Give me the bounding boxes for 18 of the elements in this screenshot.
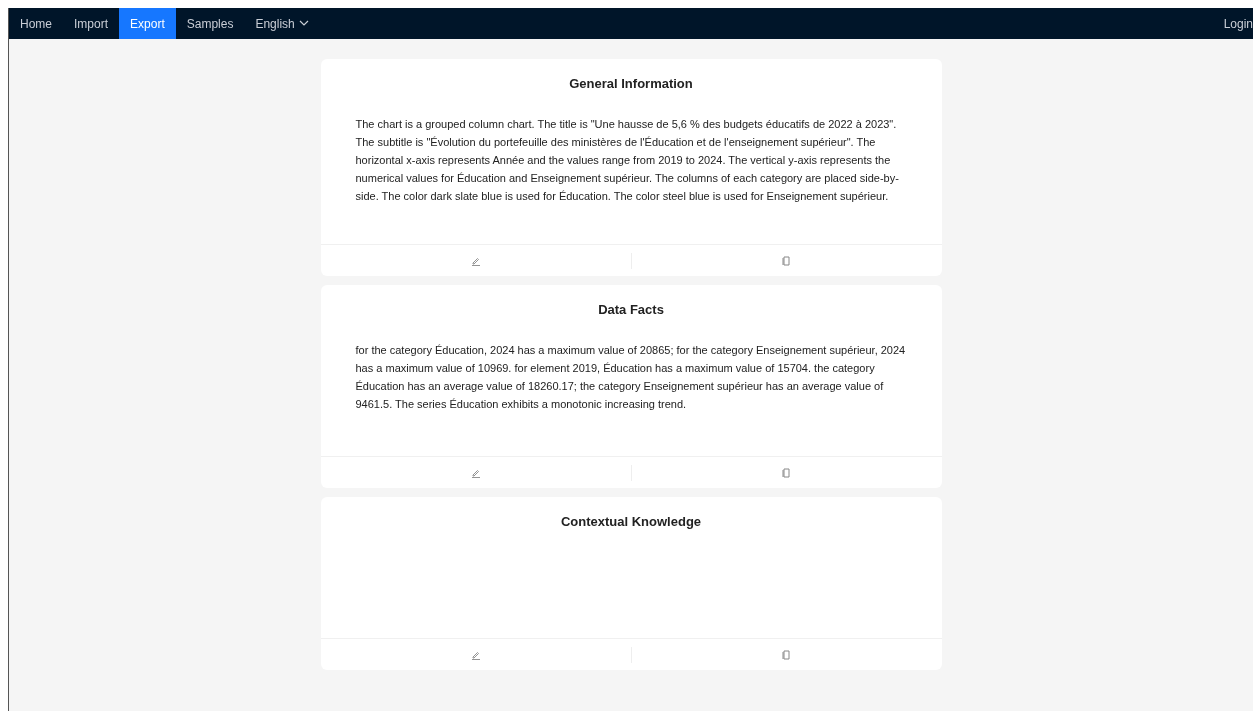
login-link[interactable]: Login xyxy=(1223,8,1253,39)
copy-icon xyxy=(782,649,791,660)
chevron-down-icon xyxy=(298,20,309,27)
nav-tab[interactable]: Home xyxy=(9,8,63,39)
card-title: Contextual Knowledge xyxy=(559,513,703,531)
nav-tab[interactable]: Samples xyxy=(175,8,245,39)
edit-icon xyxy=(470,467,481,478)
nav-tab[interactable]: Import xyxy=(63,8,120,39)
language-menu[interactable]: English xyxy=(244,8,320,39)
nav-tab[interactable]: Export xyxy=(119,8,176,39)
copy-icon xyxy=(782,255,791,266)
card-text: The chart is a grouped column chart. The title is "Une hausse de 5,6 % des budgets éducatifs de 2022 à 2023". The subtitle is "Évolution du portefeuille des ministères de l'Éducation et de l'enseignement supérieur". The horizontal x-axis represents Année and the values range from 2019 to 2024. The vertical y-axis represents the numerical values for Éducation and Enseignement supérieur. The columns of each category are placed side-by-side. The color dark slate blue is used for Éducation. The color steel blue is used for Enseignement supérieur. xyxy=(355,117,900,204)
edit-icon xyxy=(470,649,481,660)
card-title: Data Facts xyxy=(597,301,665,319)
copy-icon xyxy=(782,467,791,478)
edit-icon xyxy=(470,255,481,266)
card-text: for the category Éducation, 2024 has a maximum value of 20865; for the category Enseignement supérieur, 2024 has a maximum value of 10969. for element 2019, Éducation has a maximum value of 15704. the category Éducation has an average value of 18260.17; the category Enseignement supérieur has an average value of 9461.5. The series Éducation exhibits a monotonic increasing trend. xyxy=(355,343,907,412)
card-title: General Information xyxy=(568,75,694,93)
